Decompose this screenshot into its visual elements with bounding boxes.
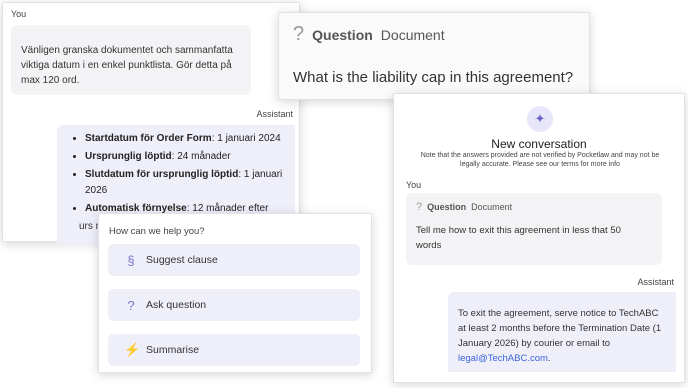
question-header: ? Question Document <box>416 201 652 213</box>
summarise-button[interactable]: ⚡ Summarise <box>108 334 360 366</box>
user-label: You <box>11 9 27 19</box>
question-card: ? Question Document What is the liabilit… <box>278 12 590 100</box>
question-text: What is the liability cap in this agreem… <box>293 69 574 86</box>
help-header: How can we help you? <box>109 226 205 237</box>
bullet-key: Ursprunglig löptid <box>85 151 172 162</box>
question-icon: ? <box>293 23 305 45</box>
assistant-label: Assistant <box>256 109 293 119</box>
bullet-key: Startdatum för Order Form <box>85 133 212 144</box>
conversation-panel: ✦ New conversation Note that the answers… <box>393 93 685 383</box>
document-label: Document <box>471 202 513 212</box>
assistant-label: Assistant <box>637 277 674 287</box>
document-label: Document <box>380 26 445 43</box>
question-label: Question <box>312 26 373 43</box>
question-label: Question <box>427 202 467 212</box>
section-icon: § <box>127 252 135 268</box>
ask-question-button[interactable]: ? Ask question <box>108 289 360 321</box>
question-icon: ? <box>416 201 423 213</box>
list-item: Slutdatum för ursprunglig löptid: 1 janu… <box>85 167 287 199</box>
list-item: Startdatum för Order Form: 1 januari 202… <box>85 131 287 147</box>
option-label: Suggest clause <box>146 254 218 266</box>
email-suffix: . <box>547 353 551 364</box>
user-message: Vänligen granska dokumentet och sammanfa… <box>11 25 251 95</box>
suggest-clause-button[interactable]: § Suggest clause <box>108 244 360 276</box>
assistant-message: To exit the agreement, serve notice to T… <box>448 292 676 372</box>
bullet-key: Slutdatum för ursprunglig löptid <box>85 169 239 180</box>
conversation-title: New conversation <box>491 137 587 151</box>
option-label: Ask question <box>146 299 207 311</box>
user-label: You <box>406 180 422 190</box>
lightning-icon: ⚡ <box>124 342 141 357</box>
sparkle-icon: ✦ <box>527 106 553 132</box>
swedish-chat-panel: You Vänligen granska dokumentet och samm… <box>2 2 300 245</box>
bullet-value: : 24 månader <box>171 151 231 162</box>
bullet-value: : 1 januari 2024 <box>211 133 281 144</box>
list-item: Ursprunglig löptid: 24 månader <box>85 149 287 165</box>
user-message-text: Tell me how to exit this agreement in le… <box>416 225 621 251</box>
option-label: Summarise <box>146 344 200 356</box>
help-menu: How can we help you? § Suggest clause ? … <box>98 213 372 373</box>
assistant-message-text: To exit the agreement, serve notice to T… <box>458 308 662 349</box>
question-icon: ? <box>127 297 135 313</box>
question-header: ? Question Document <box>293 23 445 46</box>
user-message: ? Question Document Tell me how to exit … <box>406 193 662 265</box>
email-link[interactable]: legal@TechABC.com <box>458 353 548 364</box>
disclaimer-note: Note that the answers provided are not v… <box>420 152 660 168</box>
